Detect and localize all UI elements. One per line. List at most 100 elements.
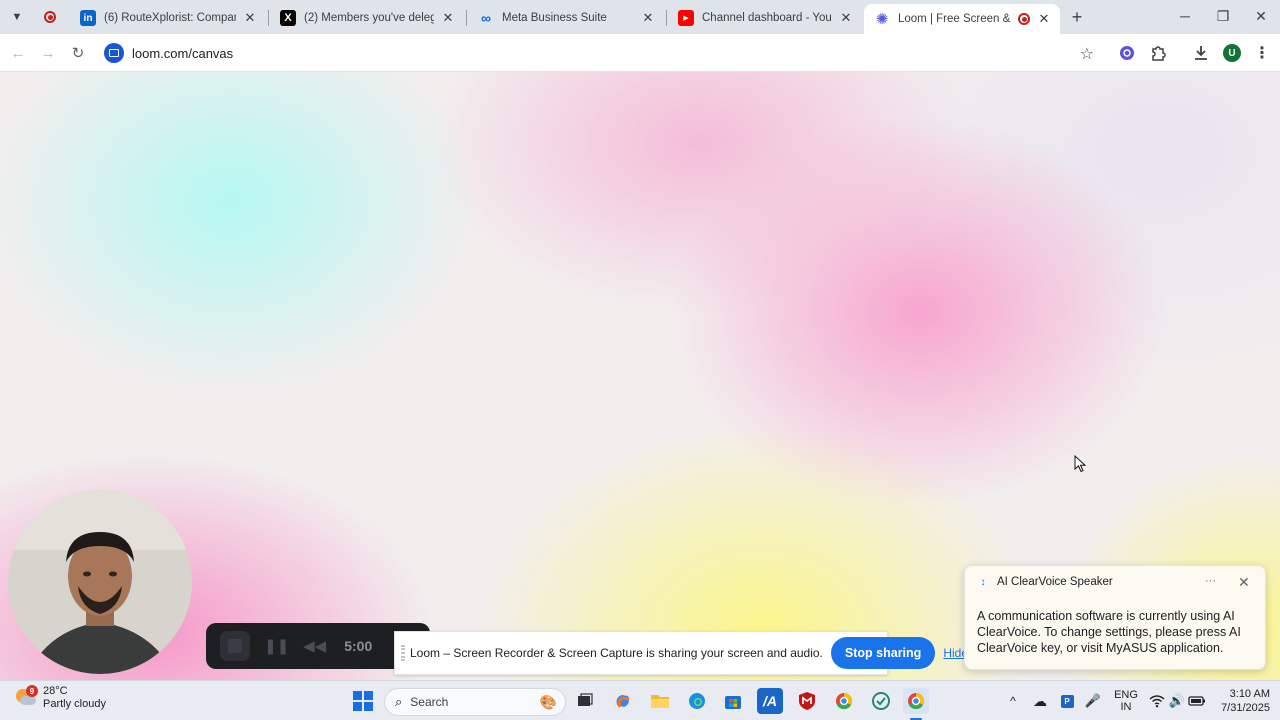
edge-button[interactable]: [684, 688, 710, 714]
extensions-menu-button[interactable]: [1147, 42, 1169, 64]
chrome-icon: [908, 692, 925, 710]
battery-button[interactable]: [1188, 688, 1206, 714]
close-window-button[interactable]: ✕: [1246, 4, 1276, 28]
task-view-icon: [578, 693, 593, 706]
tray-app-button[interactable]: P: [1058, 688, 1076, 714]
back-button[interactable]: ←: [6, 41, 30, 65]
chevron-down-icon: ▼: [11, 11, 23, 23]
x-icon: X: [280, 10, 296, 26]
extension-button[interactable]: [1116, 42, 1138, 64]
close-icon[interactable]: ✕: [838, 10, 854, 26]
recording-icon: [44, 11, 56, 23]
recording-tab[interactable]: [36, 6, 64, 28]
myasus-icon: /A: [763, 693, 777, 709]
system-clock[interactable]: 3:10 AM 7/31/2025: [1206, 687, 1270, 715]
downloads-button[interactable]: [1190, 42, 1212, 64]
chevron-up-icon: ^: [1010, 694, 1016, 708]
weather-widget[interactable]: 9 28°C Partly cloudy: [14, 685, 106, 711]
camera-feed-image: [8, 490, 192, 674]
minimize-icon: ─: [1180, 8, 1190, 24]
onedrive-button[interactable]: ☁: [1030, 688, 1050, 714]
clock-time: 3:10 AM: [1229, 688, 1270, 700]
battery-icon: [1188, 696, 1205, 706]
rewind-icon[interactable]: ◀◀: [303, 637, 326, 655]
store-icon: [725, 696, 741, 709]
language-region: IN: [1120, 701, 1132, 713]
tray-overflow-button[interactable]: ^: [1004, 688, 1022, 714]
camera-bubble[interactable]: [8, 490, 192, 674]
address-bar[interactable]: loom.com/canvas ☆: [102, 39, 1102, 67]
notification-header: ↕ AI ClearVoice Speaker: [979, 576, 1113, 588]
clock-date: 7/31/2025: [1221, 702, 1270, 714]
browser-menu-button[interactable]: ⋮: [1251, 42, 1273, 64]
microsoft-store-button[interactable]: [720, 688, 746, 714]
extension-gear-icon: [1120, 46, 1134, 60]
chrome-active-button[interactable]: [903, 688, 929, 714]
task-view-button[interactable]: [572, 688, 598, 714]
pause-icon[interactable]: ❚❚: [264, 637, 289, 655]
recording-icon: [1018, 13, 1030, 25]
file-explorer-button[interactable]: [647, 688, 673, 714]
microphone-button[interactable]: 🎤: [1084, 688, 1102, 714]
copilot-button[interactable]: [610, 688, 636, 714]
drag-handle[interactable]: [401, 645, 405, 661]
volume-button[interactable]: 🔊: [1168, 688, 1186, 714]
tab-loom[interactable]: ✺ Loom | Free Screen & Video Recording ✕: [864, 4, 1060, 34]
youtube-icon: ▶: [678, 10, 694, 26]
notification-body: A communication software is currently us…: [977, 609, 1241, 655]
language-indicator[interactable]: ENG IN: [1110, 688, 1142, 714]
wifi-icon: [1149, 695, 1165, 708]
new-tab-button[interactable]: +: [1066, 6, 1088, 28]
checkmark-badge-icon: [872, 692, 890, 710]
start-button[interactable]: [350, 688, 376, 714]
tab-separator: [268, 10, 269, 26]
search-label: Search: [410, 695, 449, 709]
tab-meta[interactable]: ∞ Meta Business Suite ✕: [468, 4, 664, 32]
tab-search-button[interactable]: ▼: [6, 6, 28, 28]
forward-button[interactable]: →: [36, 41, 60, 65]
stop-sharing-button[interactable]: Stop sharing: [830, 637, 936, 669]
minimize-button[interactable]: ─: [1170, 4, 1200, 28]
arrow-right-icon: →: [40, 44, 56, 62]
windows-logo-icon: [353, 691, 373, 711]
puzzle-icon: [1152, 46, 1166, 61]
mcafee-button[interactable]: [794, 688, 820, 714]
loom-canvas[interactable]: ❚❚ ◀◀ 5:00 ↻ Loom – Screen Recorder & Sc…: [0, 72, 1280, 680]
edge-icon: [689, 693, 705, 709]
wifi-button[interactable]: [1148, 688, 1166, 714]
tab-separator: [666, 10, 667, 26]
close-icon[interactable]: ✕: [640, 10, 656, 26]
notification-more-button[interactable]: ···: [1205, 575, 1216, 587]
checklist-app-button[interactable]: [868, 688, 894, 714]
reload-icon: ↻: [71, 45, 85, 62]
chrome-profile-button[interactable]: [831, 688, 857, 714]
tab-x[interactable]: X (2) Members you've delegated ✕: [270, 4, 464, 32]
meta-icon: ∞: [481, 10, 491, 26]
tab-title: Loom | Free Screen & Video Recording: [898, 13, 1014, 25]
clearvoice-icon: ↕: [980, 576, 986, 588]
close-icon[interactable]: ✕: [1036, 11, 1052, 27]
site-info-icon[interactable]: [104, 43, 124, 63]
close-icon[interactable]: ✕: [440, 10, 456, 26]
clearvoice-notification: ↕ AI ClearVoice Speaker ··· ✕ A communic…: [964, 565, 1266, 670]
taskbar-search[interactable]: ⌕ Search 🎨: [384, 688, 566, 716]
notification-close-button[interactable]: ✕: [1238, 574, 1250, 591]
temperature: 28°C: [43, 685, 68, 697]
tab-linkedin[interactable]: in (6) RouteXplorist: Company Page ✕: [70, 4, 266, 32]
stop-recording-button[interactable]: [220, 631, 250, 661]
browser-toolbar: ← → ↻ loom.com/canvas ☆ U ⋮: [0, 34, 1280, 72]
tab-youtube[interactable]: ▶ Channel dashboard - YouTube Studio ✕: [668, 4, 862, 32]
close-icon: ✕: [1255, 7, 1267, 24]
restore-icon: ❐: [1216, 7, 1230, 24]
close-icon[interactable]: ✕: [242, 10, 258, 26]
reload-button[interactable]: ↻: [66, 41, 90, 65]
search-highlight-icon: 🎨: [539, 693, 557, 710]
cloud-icon: ☁: [1033, 692, 1047, 709]
sharing-message: Loom – Screen Recorder & Screen Capture …: [410, 646, 823, 660]
language-code: ENG: [1114, 689, 1138, 701]
myasus-button[interactable]: /A: [757, 688, 783, 714]
profile-button[interactable]: U: [1221, 42, 1243, 64]
restore-button[interactable]: ❐: [1208, 4, 1238, 28]
bookmark-star-icon[interactable]: ☆: [1080, 44, 1094, 64]
tab-separator: [466, 10, 467, 26]
